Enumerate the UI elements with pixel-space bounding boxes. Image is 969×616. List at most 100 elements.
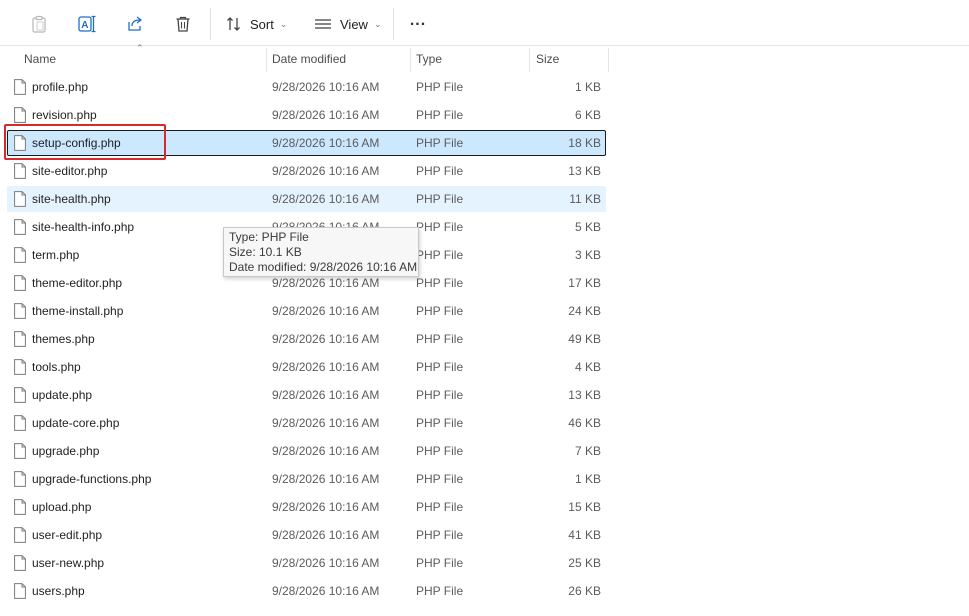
file-name: profile.php (32, 80, 89, 94)
column-divider[interactable] (608, 48, 609, 72)
file-icon (14, 415, 26, 431)
file-size: 4 KB (574, 360, 601, 374)
toolbar-divider (393, 8, 394, 40)
file-type: PHP File (416, 360, 464, 374)
file-type: PHP File (416, 164, 464, 178)
file-date-modified: 9/28/2026 10:16 AM (272, 136, 380, 150)
file-type: PHP File (416, 276, 464, 290)
file-date-modified: 9/28/2026 10:16 AM (272, 444, 380, 458)
file-row[interactable]: upgrade-functions.php 9/28/2026 10:16 AM P… (7, 466, 606, 492)
paste-button[interactable] (26, 8, 52, 40)
file-name: revision.php (32, 108, 97, 122)
file-size: 6 KB (574, 108, 601, 122)
file-type: PHP File (416, 500, 464, 514)
file-type: PHP File (416, 528, 464, 542)
sort-label: Sort (250, 16, 274, 32)
file-name: upgrade-functions.php (32, 472, 152, 486)
delete-button[interactable] (169, 8, 197, 40)
file-date-modified: 9/28/2026 10:16 AM (272, 360, 380, 374)
file-info-tooltip: Type: PHP File Size: 10.1 KB Date modifi… (223, 227, 419, 277)
column-divider[interactable] (529, 48, 530, 72)
file-date-modified: 9/28/2026 10:16 AM (272, 332, 380, 346)
file-icon (14, 107, 26, 123)
file-date-modified: 9/28/2026 10:16 AM (272, 388, 380, 402)
file-icon (14, 219, 26, 235)
file-size: 3 KB (574, 248, 601, 262)
file-name: update.php (32, 388, 93, 402)
file-type: PHP File (416, 556, 464, 570)
file-type: PHP File (416, 472, 464, 486)
file-row[interactable]: revision.php 9/28/2026 10:16 AM PHP File 6 … (7, 102, 606, 128)
file-name: setup-config.php (32, 136, 121, 150)
file-type: PHP File (416, 108, 464, 122)
file-icon (14, 527, 26, 543)
file-name: term.php (32, 248, 80, 262)
file-name: theme-install.php (32, 304, 124, 318)
chevron-down-icon: ⌄ (279, 19, 288, 29)
file-row[interactable]: theme-install.php 9/28/2026 10:16 AM PHP F… (7, 298, 606, 324)
file-date-modified: 9/28/2026 10:16 AM (272, 304, 380, 318)
file-row[interactable]: update-core.php 9/28/2026 10:16 AM PHP Fil… (7, 410, 606, 436)
file-type: PHP File (416, 220, 464, 234)
sort-icon (226, 16, 242, 32)
column-header-date[interactable]: Date modified (272, 46, 408, 73)
file-icon (14, 555, 26, 571)
file-row[interactable]: user-edit.php 9/28/2026 10:16 AM PHP File 4… (7, 522, 606, 548)
file-date-modified: 9/28/2026 10:16 AM (272, 192, 380, 206)
column-divider[interactable] (410, 48, 411, 72)
file-icon (14, 163, 26, 179)
file-row[interactable]: upload.php 9/28/2026 10:16 AM PHP File 15 K… (7, 494, 606, 520)
file-row[interactable]: site-editor.php 9/28/2026 10:16 AM PHP Fil… (7, 158, 606, 184)
file-name: site-health-info.php (32, 220, 135, 234)
file-row[interactable]: themes.php 9/28/2026 10:16 AM PHP File 49 K… (7, 326, 606, 352)
view-label: View (340, 16, 368, 32)
file-icon (14, 443, 26, 459)
sort-button[interactable]: Sort ⌄ (222, 8, 294, 40)
file-size: 17 KB (568, 276, 601, 290)
file-icon (14, 471, 26, 487)
file-size: 46 KB (568, 416, 601, 430)
file-row[interactable]: profile.php 9/28/2026 10:16 AM PHP File 1 K… (7, 74, 606, 100)
file-icon (14, 247, 26, 263)
file-size: 49 KB (568, 332, 601, 346)
file-icon (14, 275, 26, 291)
column-header-name[interactable]: Name (24, 46, 264, 73)
file-icon (14, 191, 26, 207)
file-row[interactable]: users.php 9/28/2026 10:16 AM PHP File 26 KB (7, 578, 606, 604)
file-date-modified: 9/28/2026 10:16 AM (272, 108, 380, 122)
paste-icon (30, 15, 48, 33)
file-date-modified: 9/28/2026 10:16 AM (272, 528, 380, 542)
file-row[interactable]: upgrade.php 9/28/2026 10:16 AM PHP File 7 K… (7, 438, 606, 464)
file-icon (14, 583, 26, 599)
command-bar: A Sort ⌄ View ⌄ ... (0, 0, 969, 46)
file-date-modified: 9/28/2026 10:16 AM (272, 80, 380, 94)
file-size: 1 KB (574, 472, 601, 486)
file-name: tools.php (32, 360, 81, 374)
file-row[interactable]: user-new.php 9/28/2026 10:16 AM PHP File 25… (7, 550, 606, 576)
file-size: 18 KB (568, 136, 601, 150)
rename-button[interactable]: A (73, 8, 101, 40)
file-name: site-health.php (32, 192, 111, 206)
file-name: site-editor.php (32, 164, 108, 178)
file-icon (14, 359, 26, 375)
column-header-type[interactable]: Type (416, 46, 526, 73)
file-size: 11 KB (569, 192, 601, 206)
column-header-size[interactable]: Size (536, 46, 606, 73)
more-options-button[interactable]: ... (403, 8, 433, 40)
file-date-modified: 9/28/2026 10:16 AM (272, 472, 380, 486)
file-size: 7 KB (574, 444, 601, 458)
file-name: user-edit.php (32, 528, 103, 542)
file-row[interactable]: update.php 9/28/2026 10:16 AM PHP File 13 K… (7, 382, 606, 408)
column-divider[interactable] (266, 48, 267, 72)
file-row[interactable]: site-health.php 9/28/2026 10:16 AM PHP Fil… (7, 186, 606, 212)
file-date-modified: 9/28/2026 10:16 AM (272, 500, 380, 514)
file-name: theme-editor.php (32, 276, 123, 290)
rename-icon: A (77, 15, 97, 33)
view-button[interactable]: View ⌄ (310, 8, 386, 40)
tooltip-date: Date modified: 9/28/2026 10:16 AM (229, 260, 418, 274)
file-type: PHP File (416, 248, 464, 262)
file-row[interactable]: setup-config.php 9/28/2026 10:16 AM PHP Fi… (7, 130, 606, 156)
file-row[interactable]: tools.php 9/28/2026 10:16 AM PHP File 4 KB (7, 354, 606, 380)
share-button[interactable] (121, 8, 149, 40)
file-type: PHP File (416, 416, 464, 430)
